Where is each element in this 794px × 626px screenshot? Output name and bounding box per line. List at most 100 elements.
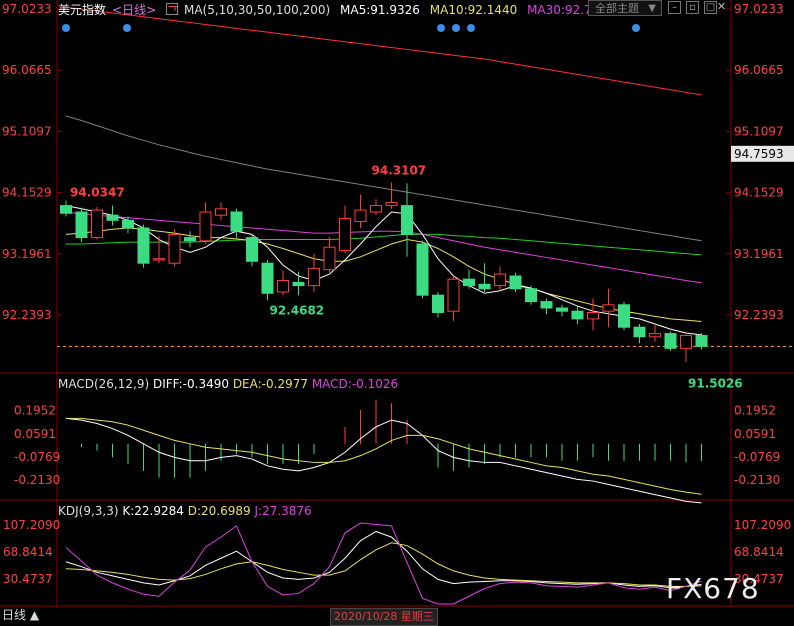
kdj-left-tick-label: 30.4737	[3, 572, 53, 586]
left-tick-label: 94.1529	[2, 186, 52, 200]
candle-body	[91, 209, 103, 239]
candle-body	[509, 275, 522, 290]
last-price-label: 94.7593	[734, 147, 784, 161]
candle-body	[602, 304, 615, 312]
ma-settings-icon[interactable]	[165, 3, 178, 15]
candle-body	[447, 278, 460, 312]
kdj-k: K:22.9284	[122, 504, 184, 518]
candle-body	[571, 310, 584, 320]
candle-body	[370, 205, 382, 213]
low-price-annotation: 91.5026	[688, 376, 743, 390]
candle-body	[680, 335, 692, 349]
macd-right-tick-label: -0.0769	[734, 450, 780, 464]
right-tick-label: 95.1097	[734, 124, 784, 138]
candle-body	[432, 294, 444, 313]
candle-body	[137, 227, 150, 264]
candle-body	[261, 262, 274, 294]
restore-icon[interactable]: ▫	[686, 1, 699, 14]
macd-right-tick-label: 0.0591	[734, 427, 776, 441]
right-tick-label: 96.0665	[734, 63, 784, 77]
event-marker	[452, 24, 460, 32]
start-price-annotation: 94.0347	[70, 185, 125, 199]
macd-diff: DIFF:-0.3490	[152, 377, 229, 391]
ma-params[interactable]: MA(5,10,30,50,100,200)	[184, 3, 330, 17]
candle-body	[122, 219, 134, 229]
background	[0, 0, 794, 625]
event-marker	[62, 24, 70, 32]
symbol-title: 美元指数	[58, 3, 107, 17]
candle-body	[153, 258, 165, 261]
candle-body	[75, 211, 88, 239]
candle-body	[354, 209, 367, 223]
mid-low-annotation: 92.4682	[270, 303, 325, 317]
candle-body	[416, 243, 429, 296]
candle-body	[184, 237, 196, 242]
event-marker	[437, 24, 445, 32]
ma5-value: MA5:91.9326	[340, 3, 420, 17]
ma10-value: MA10:92.1440	[429, 3, 518, 17]
left-tick-label: 92.2393	[2, 308, 52, 322]
macd-right-tick-label: -0.2130	[734, 473, 780, 487]
candle-body	[339, 217, 351, 251]
watermark-logo: FX678	[666, 572, 760, 605]
chevron-down-icon: ▼	[648, 3, 656, 14]
close-icon[interactable]: ✕	[715, 1, 728, 14]
candle-body	[540, 301, 553, 309]
kdj-right-tick-label: 68.8414	[734, 545, 784, 559]
candle-body	[106, 214, 119, 221]
event-marker	[467, 24, 475, 32]
candle-body	[463, 278, 475, 287]
price-header: 美元指数 <日线> MA(5,10,30,50,100,200) MA5:91.9…	[58, 1, 613, 17]
candle-body	[308, 267, 320, 287]
left-tick-label: 93.1961	[2, 247, 52, 261]
theme-dropdown[interactable]: 全部主题 ▼	[588, 0, 662, 16]
candle-body	[618, 304, 630, 328]
right-tick-label: 92.2393	[734, 308, 784, 322]
candle-body	[695, 335, 708, 347]
macd-left-tick-label: -0.0769	[14, 450, 60, 464]
high-price-annotation: 94.3107	[372, 164, 427, 178]
period-label[interactable]: <日线>	[112, 3, 156, 17]
macd-left-tick-label: 0.0591	[14, 427, 56, 441]
candle-body	[215, 208, 227, 216]
left-tick-label: 95.1097	[2, 124, 52, 138]
candle-body	[494, 273, 506, 287]
macd-left-tick-label: 0.1952	[14, 404, 56, 418]
right-tick-label: 97.0233	[734, 2, 784, 16]
candle-body	[401, 205, 413, 235]
left-tick-label: 96.0665	[2, 63, 52, 77]
candle-body	[649, 333, 661, 338]
right-tick-label: 94.1529	[734, 186, 784, 200]
candle-body	[199, 211, 212, 242]
candle-body	[556, 307, 568, 312]
kdj-left-tick-label: 107.2090	[3, 518, 60, 532]
cursor-date: 2020/10/28 星期三	[330, 608, 438, 626]
candle-body	[633, 326, 646, 338]
macd-title[interactable]: MACD(26,12,9)	[58, 377, 149, 391]
macd-dea: DEA:-0.2977	[232, 377, 308, 391]
period-switch-button[interactable]: 日线 ▲	[0, 606, 39, 625]
chart-canvas[interactable]: 97.0233 97.0233 96.0665 96.0665 95.1097 95.10…	[0, 0, 794, 625]
candle-body	[525, 288, 537, 303]
candle-body	[277, 279, 289, 293]
kdj-title[interactable]: KDJ(9,3,3)	[58, 504, 119, 518]
macd-header: MACD(26,12,9) DIFF:-0.3490 DEA:-0.2977 M…	[58, 377, 398, 391]
candle-body	[385, 201, 398, 207]
candle-body	[587, 311, 599, 320]
kdj-left-tick-label: 68.8414	[3, 545, 53, 559]
candle-body	[323, 246, 336, 271]
macd-macd: MACD:-0.1026	[311, 377, 399, 391]
macd-right-tick-label: 0.1952	[734, 404, 776, 418]
macd-left-tick-label: -0.2130	[14, 473, 60, 487]
candle-body	[60, 205, 72, 214]
theme-dropdown-label: 全部主题	[595, 2, 639, 15]
event-marker	[123, 24, 131, 32]
event-marker	[632, 24, 640, 32]
left-tick-label: 97.0233	[2, 2, 52, 16]
kdj-header: KDJ(9,3,3) K:22.9284 D:20.6989 J:27.3876	[58, 504, 312, 518]
kdj-j: J:27.3876	[254, 504, 312, 518]
candle-body	[246, 237, 258, 262]
candle-body	[230, 211, 243, 232]
minimize-icon[interactable]: –	[668, 1, 681, 14]
candle-body	[664, 333, 677, 349]
